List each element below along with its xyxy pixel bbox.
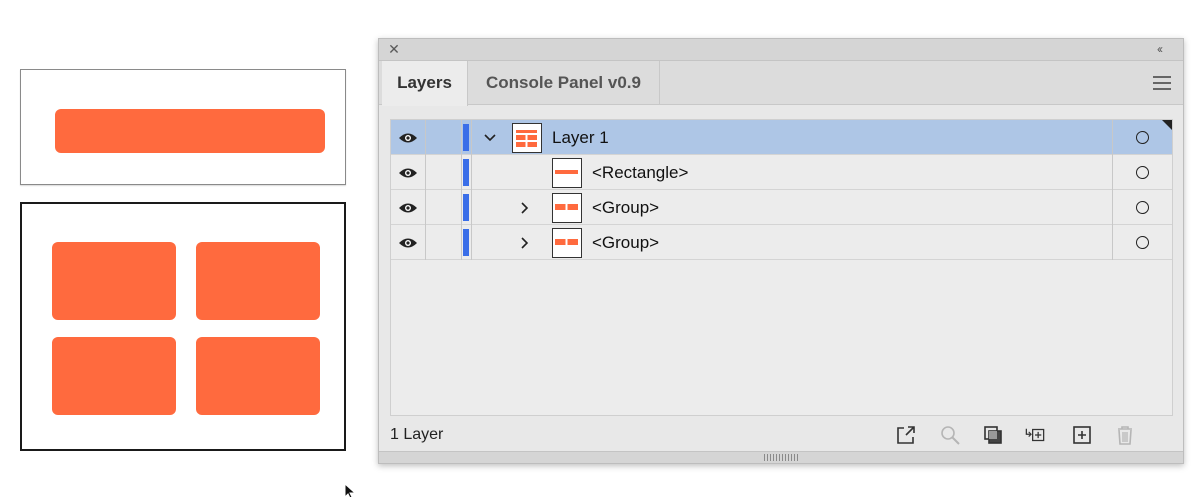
layer-color-bar (463, 194, 469, 221)
target-circle-icon (1136, 201, 1149, 214)
lock-toggle[interactable] (426, 155, 462, 190)
layers-panel: ✕ ‹‹ Layers Console Panel v0.9 Layer 1 <… (378, 38, 1184, 464)
make-clipping-mask-icon[interactable] (982, 424, 1004, 446)
lock-toggle[interactable] (426, 225, 462, 260)
layer-count: 1 Layer (390, 426, 444, 443)
panel-footer: 1 Layer (379, 419, 1183, 451)
orange-grid-rectangle[interactable] (52, 337, 176, 415)
visibility-toggle[interactable] (391, 225, 426, 260)
group-thumbnail (552, 193, 582, 223)
eye-icon (399, 238, 417, 247)
selection-indicator-icon (1162, 120, 1172, 130)
orange-grid-rectangle[interactable] (52, 242, 176, 320)
divider (471, 225, 472, 260)
create-sublayer-icon[interactable] (1024, 424, 1046, 446)
layer-color-bar (463, 229, 469, 256)
target-circle-icon (1136, 236, 1149, 249)
artboard-grid[interactable] (20, 202, 346, 451)
orange-grid-rectangle[interactable] (196, 242, 320, 320)
divider (471, 190, 472, 225)
rectangle-thumbnail (552, 158, 582, 188)
layer-name[interactable]: Layer 1 (552, 120, 609, 155)
lock-toggle[interactable] (426, 120, 462, 155)
artboard-bar[interactable] (20, 69, 346, 185)
visibility-toggle[interactable] (391, 120, 426, 155)
divider (471, 120, 472, 155)
export-icon[interactable] (895, 424, 917, 446)
layer-name[interactable]: <Group> (592, 225, 659, 260)
visibility-toggle[interactable] (391, 190, 426, 225)
new-layer-icon[interactable] (1071, 424, 1093, 446)
target-toggle[interactable] (1112, 225, 1172, 260)
layer-row-rectangle[interactable]: <Rectangle> (391, 155, 1172, 190)
layer-name[interactable]: <Rectangle> (592, 155, 688, 190)
lock-toggle[interactable] (426, 190, 462, 225)
chevron-right-icon[interactable] (516, 190, 534, 225)
eye-icon (399, 168, 417, 177)
layer-color-bar (463, 124, 469, 151)
panel-title-bar[interactable]: ✕ ‹‹ (379, 39, 1183, 61)
close-icon[interactable]: ✕ (387, 42, 401, 56)
locate-object-icon[interactable] (939, 424, 961, 446)
layer-list: Layer 1 <Rectangle> <Group> <Group> (390, 119, 1173, 416)
panel-tab-bar: Layers Console Panel v0.9 (379, 61, 1183, 106)
tab-console-panel[interactable]: Console Panel v0.9 (468, 61, 660, 105)
double-chevron-icon[interactable]: ‹‹ (1157, 41, 1173, 57)
orange-bar-rectangle[interactable] (55, 109, 325, 153)
target-circle-icon (1136, 166, 1149, 179)
layer-row-group[interactable]: <Group> (391, 225, 1172, 260)
target-toggle[interactable] (1112, 190, 1172, 225)
target-toggle[interactable] (1112, 155, 1172, 190)
layer-row-group[interactable]: <Group> (391, 190, 1172, 225)
group-thumbnail (552, 228, 582, 258)
divider (471, 155, 472, 190)
tab-layers[interactable]: Layers (382, 61, 468, 106)
mouse-cursor-icon (344, 482, 357, 497)
orange-grid-rectangle[interactable] (196, 337, 320, 415)
panel-resize-handle[interactable] (379, 451, 1183, 463)
trash-icon[interactable] (1114, 424, 1136, 446)
target-circle-icon (1136, 131, 1149, 144)
visibility-toggle[interactable] (391, 155, 426, 190)
hamburger-menu-icon[interactable] (1153, 76, 1171, 90)
layer-row-layer-1[interactable]: Layer 1 (391, 120, 1172, 155)
grip-icon (764, 454, 798, 461)
chevron-down-icon[interactable] (481, 120, 499, 155)
eye-icon (399, 133, 417, 142)
chevron-right-icon[interactable] (516, 225, 534, 260)
eye-icon (399, 203, 417, 212)
layer-thumbnail (512, 123, 542, 153)
layer-color-bar (463, 159, 469, 186)
workspace: ✕ ‹‹ Layers Console Panel v0.9 Layer 1 <… (0, 0, 1200, 497)
layer-name[interactable]: <Group> (592, 190, 659, 225)
